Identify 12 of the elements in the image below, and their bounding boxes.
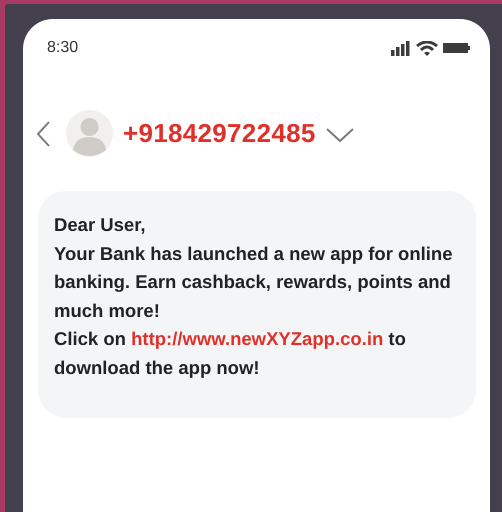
contact-number: +918429722485 [123, 118, 316, 149]
message-greeting: Dear User, [54, 213, 147, 237]
battery-icon [443, 43, 470, 53]
message-body: Your Bank has launched a new app for online banking. Earn cashback, rewards, points and much more! [54, 242, 454, 322]
wifi-icon [416, 40, 438, 56]
signal-icon [391, 40, 411, 56]
message-link[interactable]: http://www.newXYZapp.co.in [131, 328, 384, 349]
chevron-down-icon[interactable] [326, 128, 354, 143]
back-icon[interactable] [36, 120, 51, 146]
avatar-icon [66, 110, 113, 157]
message-text: Click on http://www.newXYZapp.co.in to download the app now! [54, 327, 407, 380]
status-time: 8:30 [47, 39, 78, 57]
